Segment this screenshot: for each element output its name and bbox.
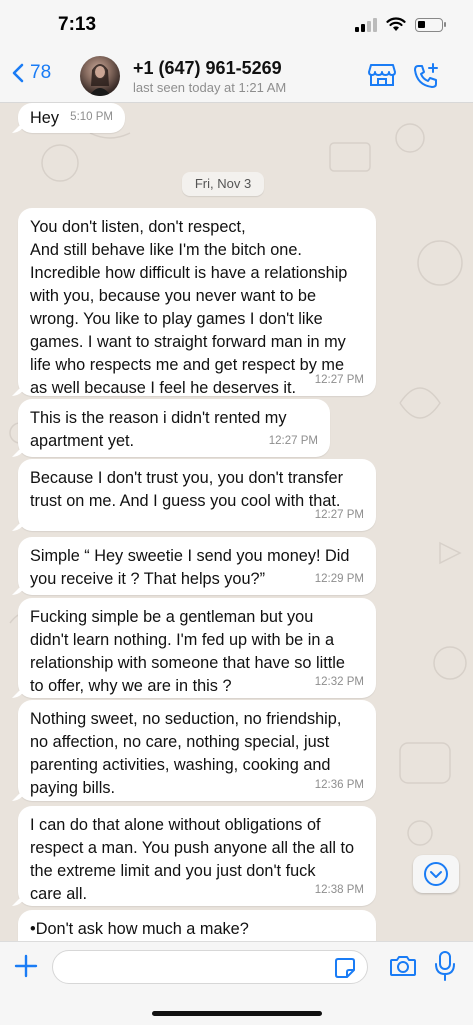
message-bubble[interactable]: •Don't ask how much a make? bbox=[18, 910, 376, 941]
battery-icon bbox=[415, 17, 446, 32]
composer-bar bbox=[0, 941, 473, 1025]
date-separator: Fri, Nov 3 bbox=[182, 172, 264, 196]
plus-icon[interactable] bbox=[12, 952, 40, 980]
message-bubble[interactable]: Fucking simple be a gentleman but you di… bbox=[18, 598, 376, 698]
status-time: 7:13 bbox=[58, 14, 97, 35]
avatar-photo bbox=[89, 64, 111, 96]
message-bubble[interactable]: You don't listen, don't respect, And sti… bbox=[18, 208, 376, 397]
message-time: 12:38 PM bbox=[314, 884, 364, 896]
sticker-icon[interactable] bbox=[334, 957, 356, 979]
message-bubble[interactable]: This is the reason i didn't rented my ap… bbox=[18, 399, 330, 457]
message-time: 12:27 PM bbox=[268, 435, 318, 447]
message-time: 12:29 PM bbox=[314, 573, 364, 585]
status-bar: 7:13 bbox=[0, 0, 473, 50]
chevron-down-icon bbox=[424, 862, 448, 886]
chat-header: 78 +1 (647) 961-5269 last seen today at … bbox=[0, 50, 473, 103]
message-bubble[interactable]: Simple “ Hey sweetie I send you money! D… bbox=[18, 537, 376, 595]
message-input[interactable] bbox=[52, 950, 368, 984]
avatar[interactable] bbox=[80, 56, 120, 96]
wifi-icon bbox=[386, 17, 406, 31]
phone-plus-icon[interactable] bbox=[412, 62, 440, 90]
back-count: 78 bbox=[30, 62, 52, 83]
cellular-signal-icon bbox=[355, 17, 377, 32]
microphone-icon[interactable] bbox=[433, 950, 457, 982]
message-time: 5:10 PM bbox=[70, 111, 113, 123]
message-bubble[interactable]: Because I don't trust you, you don't tra… bbox=[18, 459, 376, 531]
status-icons bbox=[355, 17, 446, 32]
scroll-to-bottom-button[interactable] bbox=[413, 855, 459, 893]
message-bubble[interactable]: Nothing sweet, no seduction, no friendsh… bbox=[18, 700, 376, 801]
chevron-left-icon bbox=[12, 63, 24, 83]
camera-icon[interactable] bbox=[389, 953, 417, 979]
contact-name[interactable]: +1 (647) 961-5269 bbox=[133, 58, 282, 79]
message-time: 12:27 PM bbox=[314, 509, 364, 521]
message-bubble[interactable]: Hey 5:10 PM bbox=[18, 103, 125, 133]
message-time: 12:32 PM bbox=[314, 676, 364, 688]
message-bubble[interactable]: I can do that alone without obligations … bbox=[18, 806, 376, 906]
store-icon[interactable] bbox=[368, 62, 396, 88]
home-indicator bbox=[152, 1011, 322, 1016]
message-text: •Don't ask how much a make? bbox=[30, 920, 249, 938]
last-seen: last seen today at 1:21 AM bbox=[133, 80, 287, 95]
message-time: 12:36 PM bbox=[314, 779, 364, 791]
message-time: 12:27 PM bbox=[314, 374, 364, 386]
chat-area[interactable]: Hey 5:10 PM Fri, Nov 3 You don't listen,… bbox=[0, 103, 473, 941]
back-button[interactable]: 78 bbox=[12, 62, 51, 84]
